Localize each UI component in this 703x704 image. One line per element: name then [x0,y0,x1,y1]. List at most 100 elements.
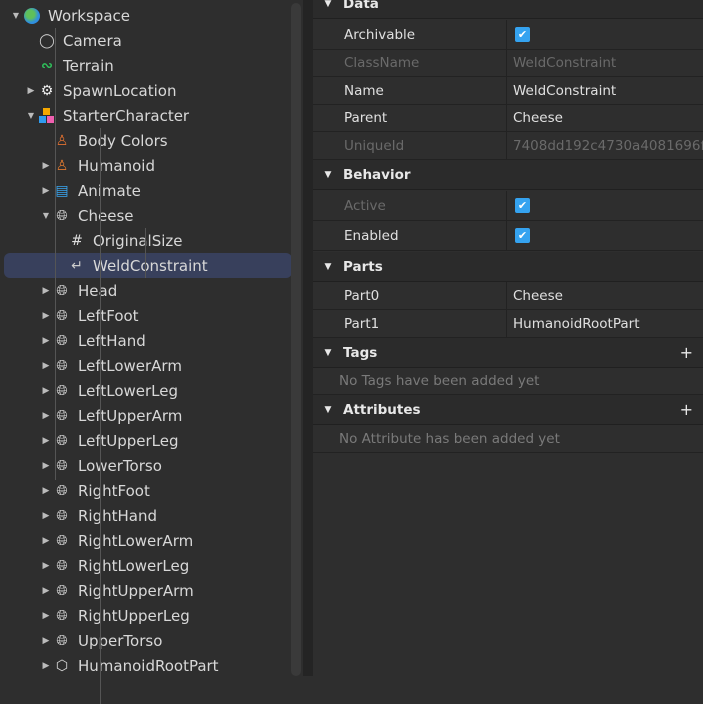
explorer-item-label: Animate [78,181,141,200]
explorer-item-label: SpawnLocation [63,81,177,100]
collapse-arrow-icon[interactable]: ▼ [313,170,343,180]
checkbox-active[interactable]: ✔ [515,198,530,213]
explorer-item-label: LeftLowerLeg [78,381,178,400]
terrain-icon: ∾ [41,57,53,74]
property-value[interactable]: WeldConstraint [513,83,616,99]
explorer-item-body-colors[interactable]: ♙ Body Colors [40,128,168,153]
model-icon [37,107,57,125]
expand-arrow-icon[interactable]: ▼ [40,211,52,220]
property-row-archivable[interactable]: Archivable ✔ [313,20,703,50]
explorer-item-righthand[interactable]: ▶ 🌐︎ RightHand [40,503,157,528]
explorer-item-leftlowerarm[interactable]: ▶ 🌐︎ LeftLowerArm [40,353,182,378]
collapse-arrow-icon[interactable]: ▼ [313,348,343,358]
explorer-item-workspace[interactable]: ▼ Workspace [10,3,130,28]
collapse-arrow-icon[interactable]: ▶ [40,336,52,346]
explorer-panel: ▼ Workspace ◯ Camera ∾ Terrain ▶ ⚙ SpawnLocation… [0,0,303,704]
explorer-item-rightupperleg[interactable]: ▶ 🌐︎ RightUpperLeg [40,603,190,628]
collapse-arrow-icon[interactable]: ▶ [40,161,52,171]
property-value[interactable]: Cheese [513,288,563,304]
explorer-item-terrain[interactable]: ∾ Terrain [25,53,114,78]
explorer-item-originalsize[interactable]: # OriginalSize [55,228,182,253]
collapse-arrow-icon[interactable]: ▶ [40,461,52,471]
add-tags-button[interactable]: + [680,343,693,362]
section-title: Parts [343,258,383,275]
section-header-tags[interactable]: ▼ Tags + [313,338,703,368]
tree-guide-line [100,128,101,704]
explorer-scrollbar[interactable] [291,3,301,676]
property-row-enabled[interactable]: Enabled ✔ [313,221,703,251]
explorer-item-label: RightUpperArm [78,581,194,600]
section-title: Attributes [343,401,421,418]
explorer-item-rightfoot[interactable]: ▶ 🌐︎ RightFoot [40,478,150,503]
collapse-arrow-icon[interactable]: ▶ [40,661,52,671]
checkbox-enabled[interactable]: ✔ [515,228,530,243]
meshpart-icon: 🌐︎ [56,532,68,549]
add-attributes-button[interactable]: + [680,400,693,419]
collapse-arrow-icon[interactable]: ▶ [40,436,52,446]
camera-icon: ◯ [39,32,55,49]
explorer-item-camera[interactable]: ◯ Camera [25,28,122,53]
section-title: Data [343,0,379,12]
collapse-arrow-icon[interactable]: ▼ [313,405,343,415]
collapse-arrow-icon[interactable]: ▶ [40,411,52,421]
collapse-arrow-icon[interactable]: ▶ [40,311,52,321]
collapse-arrow-icon[interactable]: ▶ [40,186,52,196]
explorer-item-startercharacter[interactable]: ▼ StarterCharacter [25,103,189,128]
property-name: Name [313,77,507,104]
collapse-arrow-icon[interactable]: ▶ [40,286,52,296]
explorer-item-leftupperarm[interactable]: ▶ 🌐︎ LeftUpperArm [40,403,183,428]
explorer-item-rightupperarm[interactable]: ▶ 🌐︎ RightUpperArm [40,578,194,603]
meshpart-icon: 🌐︎ [56,632,68,649]
property-row-uniqueid[interactable]: UniqueId 7408dd192c4730a4081696f... [313,132,703,160]
section-header-attributes[interactable]: ▼ Attributes + [313,395,703,425]
explorer-item-spawnlocation[interactable]: ▶ ⚙ SpawnLocation [25,78,177,103]
attributes-empty-message: No Attribute has been added yet [313,425,703,453]
explorer-item-leftlowerleg[interactable]: ▶ 🌐︎ LeftLowerLeg [40,378,178,403]
explorer-item-label: Cheese [78,206,134,225]
collapse-arrow-icon[interactable]: ▶ [40,386,52,396]
checkbox-archivable[interactable]: ✔ [515,27,530,42]
property-row-name[interactable]: Name WeldConstraint [313,77,703,105]
explorer-item-rightlowerarm[interactable]: ▶ 🌐︎ RightLowerArm [40,528,194,553]
collapse-arrow-icon[interactable]: ▶ [40,536,52,546]
property-name: Parent [313,105,507,131]
property-row-parent[interactable]: Parent Cheese [313,105,703,132]
expand-arrow-icon[interactable]: ▼ [25,111,37,120]
explorer-item-label: LeftHand [78,331,146,350]
panel-splitter[interactable] [303,0,313,676]
explorer-item-label: WeldConstraint [93,256,208,275]
collapse-arrow-icon[interactable]: ▶ [40,486,52,496]
explorer-item-leftupperleg[interactable]: ▶ 🌐︎ LeftUpperLeg [40,428,179,453]
collapse-arrow-icon[interactable]: ▶ [40,636,52,646]
property-name: Archivable [313,20,507,49]
explorer-item-weldconstraint[interactable]: ↵ WeldConstraint [4,253,292,278]
property-value: 7408dd192c4730a4081696f... [513,137,703,154]
property-value[interactable]: HumanoidRootPart [513,316,640,332]
explorer-item-rightlowerleg[interactable]: ▶ 🌐︎ RightLowerLeg [40,553,190,578]
meshpart-icon: 🌐︎ [56,582,68,599]
collapse-arrow-icon[interactable]: ▶ [40,586,52,596]
tree-guide-line [145,228,146,278]
expand-arrow-icon[interactable]: ▼ [10,11,22,20]
property-value[interactable]: Cheese [513,110,563,126]
collapse-arrow-icon[interactable]: ▶ [25,86,37,96]
section-header-data[interactable]: ▼ Data [313,0,703,19]
collapse-arrow-icon[interactable]: ▶ [40,611,52,621]
explorer-item-humanoid[interactable]: ▶ ♙ Humanoid [40,153,155,178]
explorer-item-humanoidrootpart[interactable]: ▶ ⬡ HumanoidRootPart [40,653,219,678]
explorer-item-head[interactable]: ▶ 🌐︎ Head [40,278,118,303]
property-name: Part1 [313,310,507,337]
property-name: UniqueId [313,132,507,159]
property-row-classname[interactable]: ClassName WeldConstraint [313,50,703,77]
collapse-arrow-icon[interactable]: ▶ [40,361,52,371]
collapse-arrow-icon[interactable]: ▼ [313,262,343,272]
explorer-item-uppertorso[interactable]: ▶ 🌐︎ UpperTorso [40,628,163,653]
property-row-part1[interactable]: Part1 HumanoidRootPart [313,310,703,338]
collapse-arrow-icon[interactable]: ▼ [313,0,343,9]
section-header-parts[interactable]: ▼ Parts [313,252,703,282]
collapse-arrow-icon[interactable]: ▶ [40,511,52,521]
collapse-arrow-icon[interactable]: ▶ [40,561,52,571]
property-row-active[interactable]: Active ✔ [313,191,703,221]
property-row-part0[interactable]: Part0 Cheese [313,282,703,310]
section-header-behavior[interactable]: ▼ Behavior [313,160,703,190]
